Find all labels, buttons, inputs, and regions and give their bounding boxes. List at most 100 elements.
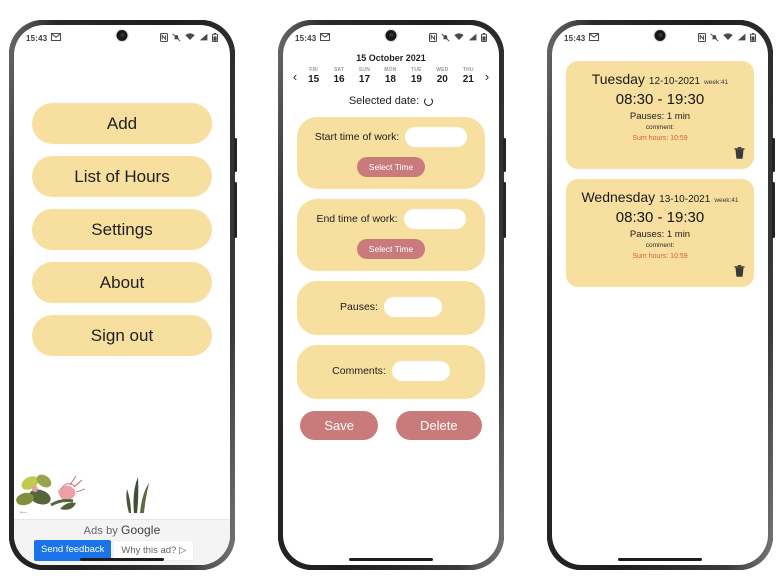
signal-icon xyxy=(468,33,477,43)
start-time-label: Start time of work: xyxy=(314,131,400,143)
day-of-week-label: TUE xyxy=(411,67,422,73)
front-camera xyxy=(116,30,128,41)
day-of-week-label: WED xyxy=(436,67,449,73)
delete-entry-trash-icon[interactable] xyxy=(734,147,745,163)
week-date-picker: ‹ FRI 15 SAT 16 SUN 17 MON 18 TUE 19 WED… xyxy=(283,63,499,85)
ad-illustration: ← xyxy=(14,465,230,519)
entry-comment: comment: xyxy=(645,242,675,249)
end-time-card: End time of work: Select Time xyxy=(297,199,485,271)
entry-day-name: Wednesday xyxy=(581,189,656,205)
entry-form-body: 15 October 2021 ‹ FRI 15 SAT 16 SUN 17 M… xyxy=(283,51,499,565)
entry-day-name: Tuesday xyxy=(591,71,645,87)
day-of-week-label: FRI xyxy=(309,67,319,73)
next-week-arrow-icon[interactable]: › xyxy=(481,70,493,83)
advertisement-banner[interactable]: ← Ads by Google Send feedback Why this a… xyxy=(14,465,230,565)
entry-pauses: Pauses: 1 min xyxy=(629,229,691,240)
notifications-muted-icon xyxy=(441,32,450,44)
entry-time-range: 08:30 - 19:30 xyxy=(615,91,705,108)
wifi-icon xyxy=(454,33,464,43)
wifi-icon xyxy=(723,33,733,43)
phone3-status-bar: 15:43 xyxy=(552,25,768,51)
form-actions: Save Delete xyxy=(283,411,499,440)
hours-entry-card[interactable]: Wednesday 13-10-2021 week:41 08:30 - 19:… xyxy=(566,179,754,287)
hours-entry-card[interactable]: Tuesday 12-10-2021 week:41 08:30 - 19:30… xyxy=(566,61,754,169)
end-select-time-button[interactable]: Select Time xyxy=(356,239,426,259)
home-indicator[interactable] xyxy=(618,558,702,561)
phone2-power-button[interactable] xyxy=(503,182,506,238)
day-cell-20[interactable]: WED 20 xyxy=(436,67,448,85)
entry-sum-hours: Sum hours: 10:59 xyxy=(632,135,688,142)
nfc-icon xyxy=(698,32,706,44)
ad-attribution-text: Ads by xyxy=(83,525,122,537)
entry-sum-hours: Sum hours: 10:59 xyxy=(632,253,688,260)
day-number-label: 20 xyxy=(436,74,448,85)
menu-button-list-of-hours[interactable]: List of Hours xyxy=(32,156,212,197)
day-of-week-label: MON xyxy=(384,67,397,73)
comments-label: Comments: xyxy=(332,365,386,377)
entry-pauses: Pauses: 1 min xyxy=(629,111,691,122)
phone1-status-bar: 15:43 xyxy=(14,25,230,51)
end-time-label: End time of work: xyxy=(316,213,398,225)
start-select-time-button[interactable]: Select Time xyxy=(356,157,426,177)
notifications-muted-icon xyxy=(710,32,719,44)
day-number-label: 15 xyxy=(308,74,320,85)
entry-date: 12-10-2021 xyxy=(648,76,701,87)
day-cell-19[interactable]: TUE 19 xyxy=(411,67,422,85)
day-cell-15[interactable]: FRI 15 xyxy=(308,67,319,85)
comments-input[interactable] xyxy=(391,361,450,381)
phone2-status-bar: 15:43 xyxy=(283,25,499,51)
day-number-label: 19 xyxy=(410,74,422,85)
gmail-icon xyxy=(320,33,331,43)
menu-button-about[interactable]: About xyxy=(32,262,212,303)
day-number-label: 17 xyxy=(358,74,371,85)
day-number-label: 16 xyxy=(333,74,345,85)
start-time-input[interactable] xyxy=(405,127,468,147)
phone-mockup-hours-list: 15:43 Tuesday 12-10-2021 week:41 08:30 -… xyxy=(547,20,775,570)
hours-list: Tuesday 12-10-2021 week:41 08:30 - 19:30… xyxy=(552,61,768,287)
delete-entry-trash-icon[interactable] xyxy=(734,265,745,281)
pauses-card: Pauses: xyxy=(297,281,485,335)
battery-icon xyxy=(750,32,756,44)
pauses-input[interactable] xyxy=(383,297,442,317)
comments-card: Comments: xyxy=(297,345,485,399)
delete-button[interactable]: Delete xyxy=(396,411,482,440)
front-camera xyxy=(654,30,666,41)
ad-back-arrow-icon[interactable]: ← xyxy=(18,505,29,517)
loading-spinner-icon xyxy=(424,96,434,106)
previous-week-arrow-icon[interactable]: ‹ xyxy=(289,70,301,83)
screenshot-stage: 15:43 Add List of Hours Settings About S… xyxy=(0,0,782,587)
ads-by-google-label: Ads by Google xyxy=(14,520,230,537)
gmail-icon xyxy=(51,33,62,43)
phone1-power-button[interactable] xyxy=(234,182,237,238)
menu-button-sign-out[interactable]: Sign out xyxy=(32,315,212,356)
end-time-input[interactable] xyxy=(403,209,466,229)
phone3-volume-button[interactable] xyxy=(772,138,775,172)
save-button[interactable]: Save xyxy=(300,411,379,440)
day-of-week-label: SUN xyxy=(358,67,371,73)
phone1-volume-button[interactable] xyxy=(234,138,237,172)
menu-button-settings[interactable]: Settings xyxy=(32,209,212,250)
google-wordmark: Google xyxy=(121,523,161,537)
day-of-week-label: THU xyxy=(462,67,474,73)
signal-icon xyxy=(199,33,208,43)
wifi-icon xyxy=(185,33,195,43)
menu-button-add[interactable]: Add xyxy=(32,103,212,144)
phone1-screen: 15:43 Add List of Hours Settings About S… xyxy=(14,25,230,565)
entry-time-range: 08:30 - 19:30 xyxy=(615,209,705,226)
status-time: 15:43 xyxy=(26,33,48,43)
notifications-muted-icon xyxy=(172,32,181,44)
day-cell-18[interactable]: MON 18 xyxy=(384,67,396,85)
home-indicator[interactable] xyxy=(349,558,433,561)
day-cell-17[interactable]: SUN 17 xyxy=(359,67,370,85)
day-cell-16[interactable]: SAT 16 xyxy=(334,67,345,85)
home-indicator[interactable] xyxy=(80,558,164,561)
day-cell-21[interactable]: THU 21 xyxy=(463,67,474,85)
entry-comment: comment: xyxy=(645,124,675,131)
phone3-power-button[interactable] xyxy=(772,182,775,238)
entry-week-number: week:41 xyxy=(704,79,729,86)
main-menu: Add List of Hours Settings About Sign ou… xyxy=(14,51,230,356)
front-camera xyxy=(385,30,397,41)
phone-mockup-menu: 15:43 Add List of Hours Settings About S… xyxy=(9,20,237,570)
nfc-icon xyxy=(160,32,168,44)
phone2-volume-button[interactable] xyxy=(503,138,506,172)
